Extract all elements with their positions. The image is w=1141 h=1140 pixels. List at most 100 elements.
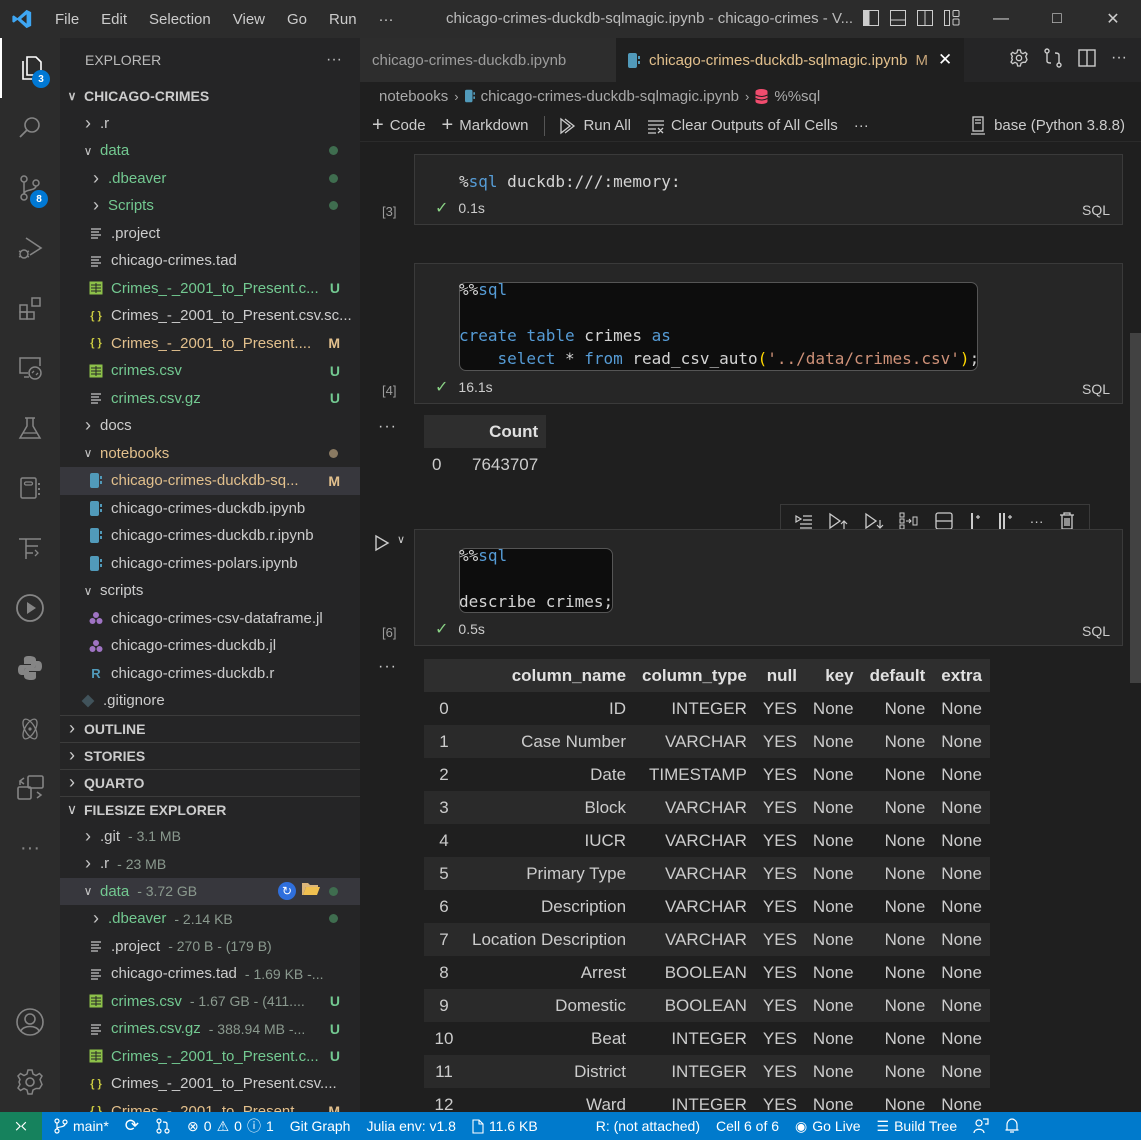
- output-more-icon[interactable]: ···: [378, 658, 397, 676]
- tree-file[interactable]: chicago-crimes-duckdb-sq... M: [60, 467, 360, 495]
- insert-column-icon[interactable]: [998, 512, 1014, 530]
- activity-explorer[interactable]: 3: [0, 38, 60, 98]
- tree-file[interactable]: chicago-crimes-csv-dataframe.jl: [60, 605, 360, 633]
- sync-button[interactable]: ⟳: [117, 1116, 147, 1136]
- run-below-icon[interactable]: [864, 512, 884, 530]
- breadcrumb-folder[interactable]: notebooks: [379, 88, 448, 105]
- tree-file[interactable]: crimes.csv U: [60, 357, 360, 385]
- tree-folder[interactable]: › Scripts: [60, 192, 360, 220]
- notebook-cell[interactable]: %sql duckdb:///:memory: ✓ 0.1s SQL: [414, 154, 1123, 225]
- section-quarto[interactable]: › QUARTO: [60, 768, 360, 796]
- explorer-more-actions[interactable]: ···: [326, 51, 342, 69]
- problems-indicator[interactable]: ⊗ 0 ⚠ 0 ⓘ 1: [179, 1116, 282, 1136]
- activity-manage[interactable]: [0, 1052, 60, 1112]
- tree-file[interactable]: crimes.csv - 1.67 GB - (411.... U: [60, 988, 360, 1016]
- notebook-cell[interactable]: %%sql create table crimes as select * fr…: [414, 263, 1123, 404]
- tree-file[interactable]: chicago-crimes.tad - 1.69 KB -...: [60, 960, 360, 988]
- r-session-status[interactable]: R: (not attached): [588, 1118, 708, 1134]
- toolbar-more-icon[interactable]: ···: [854, 117, 869, 134]
- cell-language[interactable]: SQL: [1082, 623, 1110, 639]
- tree-file[interactable]: .project - 270 B - (179 B): [60, 933, 360, 961]
- section-outline[interactable]: › OUTLINE: [60, 714, 360, 742]
- join-cells-icon[interactable]: [935, 512, 953, 530]
- tree-file[interactable]: Rchicago-crimes-duckdb.r: [60, 660, 360, 688]
- split-cell-icon[interactable]: [899, 512, 919, 530]
- menu-file[interactable]: File: [44, 11, 90, 28]
- close-window-button[interactable]: ✕: [1085, 0, 1141, 38]
- menu-run[interactable]: Run: [318, 11, 368, 28]
- activity-source-control[interactable]: 8: [0, 158, 60, 218]
- gear-icon[interactable]: [1009, 48, 1029, 68]
- tree-folder[interactable]: › docs: [60, 412, 360, 440]
- section-stories[interactable]: › STORIES: [60, 741, 360, 769]
- tree-folder[interactable]: › .r - 23 MB: [60, 850, 360, 878]
- activity-accounts[interactable]: [0, 992, 60, 1052]
- activity-remote-explorer[interactable]: [0, 338, 60, 398]
- tree-folder[interactable]: › .r: [60, 110, 360, 138]
- file-size[interactable]: 11.6 KB: [464, 1118, 546, 1134]
- tree-file[interactable]: .gitignore: [60, 687, 360, 715]
- run-cell-button[interactable]: [374, 534, 390, 556]
- more-actions-icon[interactable]: ···: [1111, 49, 1127, 67]
- cell-position[interactable]: Cell 6 of 6: [708, 1118, 787, 1134]
- activity-search[interactable]: [0, 98, 60, 158]
- cell-language[interactable]: SQL: [1082, 202, 1110, 218]
- tree-folder[interactable]: ∨ data - 3.72 GB ↻: [60, 877, 360, 905]
- tree-file[interactable]: crimes.csv.gz - 388.94 MB -... U: [60, 1015, 360, 1043]
- tree-file[interactable]: chicago-crimes-duckdb.ipynb: [60, 495, 360, 523]
- workspace-root[interactable]: ∨ CHICAGO-CRIMES: [60, 82, 360, 110]
- split-editor-icon[interactable]: [1077, 48, 1097, 68]
- activity-remote-sync[interactable]: [0, 758, 60, 818]
- cell-code[interactable]: %%sql create table crimes as select * fr…: [459, 278, 979, 370]
- activity-extensions[interactable]: [0, 278, 60, 338]
- toggle-secondary-sidebar-icon[interactable]: [916, 9, 934, 27]
- activity-python[interactable]: [0, 638, 60, 698]
- toggle-primary-sidebar-icon[interactable]: [862, 9, 880, 27]
- notebook-cell[interactable]: %%sql describe crimes; ✓ 0.5s SQL: [414, 529, 1123, 646]
- tree-file[interactable]: chicago-crimes-duckdb.r.ipynb: [60, 522, 360, 550]
- tree-folder[interactable]: › .dbeaver: [60, 165, 360, 193]
- git-branch[interactable]: main*: [46, 1118, 117, 1134]
- activity-run-debug[interactable]: [0, 218, 60, 278]
- activity-jupyter[interactable]: [0, 458, 60, 518]
- kernel-picker[interactable]: base (Python 3.8.8): [970, 115, 1125, 136]
- feedback-button[interactable]: [965, 1118, 997, 1134]
- build-tree-button[interactable]: ☰ Build Tree: [869, 1118, 966, 1135]
- more-icon[interactable]: ···: [1030, 513, 1044, 529]
- tree-file[interactable]: chicago-crimes.tad: [60, 247, 360, 275]
- git-pull-request-button[interactable]: [147, 1118, 179, 1134]
- cell-language[interactable]: SQL: [1082, 381, 1110, 397]
- add-markdown-cell-button[interactable]: + Markdown: [442, 114, 529, 137]
- cell-code[interactable]: %%sql describe crimes;: [459, 544, 613, 613]
- breadcrumb-file[interactable]: chicago-crimes-duckdb-sqlmagic.ipynb: [481, 88, 739, 105]
- cell-code[interactable]: %sql duckdb:///:memory:: [459, 170, 681, 193]
- breadcrumb-cell[interactable]: %%sql: [774, 88, 820, 105]
- output-more-icon[interactable]: ···: [378, 418, 397, 436]
- open-folder-icon[interactable]: [302, 882, 320, 900]
- delete-cell-icon[interactable]: [1059, 512, 1075, 530]
- tree-folder[interactable]: ∨ data: [60, 137, 360, 165]
- tree-folder[interactable]: ∨ scripts: [60, 577, 360, 605]
- tree-file[interactable]: { } Crimes_-_2001_to_Present.... M: [60, 330, 360, 358]
- tree-folder[interactable]: › .dbeaver - 2.14 KB: [60, 905, 360, 933]
- tree-file[interactable]: .project: [60, 220, 360, 248]
- compare-changes-icon[interactable]: [1043, 48, 1063, 68]
- insert-cell-icon[interactable]: [969, 512, 983, 530]
- run-above-icon[interactable]: [828, 512, 848, 530]
- tree-file[interactable]: Crimes_-_2001_to_Present.c... U: [60, 1043, 360, 1071]
- tree-file[interactable]: { } Crimes_-_2001_to_Present... M: [60, 1098, 360, 1112]
- menu-selection[interactable]: Selection: [138, 11, 222, 28]
- notifications-button[interactable]: [997, 1118, 1027, 1134]
- tree-folder[interactable]: ∨ notebooks: [60, 440, 360, 468]
- menu-go[interactable]: Go: [276, 11, 318, 28]
- close-tab-icon[interactable]: ✕: [938, 50, 952, 70]
- activity-testing[interactable]: [0, 398, 60, 458]
- tree-file[interactable]: chicago-crimes-polars.ipynb: [60, 550, 360, 578]
- remote-indicator[interactable]: [0, 1112, 42, 1140]
- tab-chicago-crimes-duckdb[interactable]: chicago-crimes-duckdb.ipynb: [360, 38, 616, 82]
- tree-file[interactable]: chicago-crimes-duckdb.jl: [60, 632, 360, 660]
- tree-folder[interactable]: › .git - 3.1 MB: [60, 823, 360, 851]
- run-options-chevron-icon[interactable]: ∨: [397, 533, 405, 546]
- activity-more[interactable]: ···: [0, 818, 60, 878]
- activity-timeline[interactable]: [0, 518, 60, 578]
